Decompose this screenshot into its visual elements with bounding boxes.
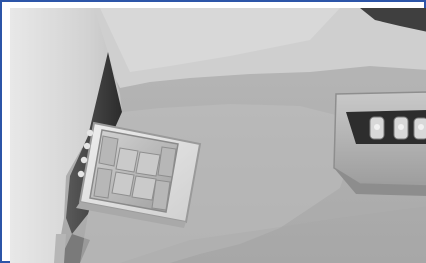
- sim-card-illustration: [10, 8, 426, 263]
- connector-pins: [369, 116, 426, 140]
- connector-block: [333, 91, 426, 196]
- sim-chip: [89, 129, 179, 213]
- photo: [10, 8, 426, 263]
- slot-groove: [54, 234, 66, 263]
- image-frame: [0, 0, 426, 263]
